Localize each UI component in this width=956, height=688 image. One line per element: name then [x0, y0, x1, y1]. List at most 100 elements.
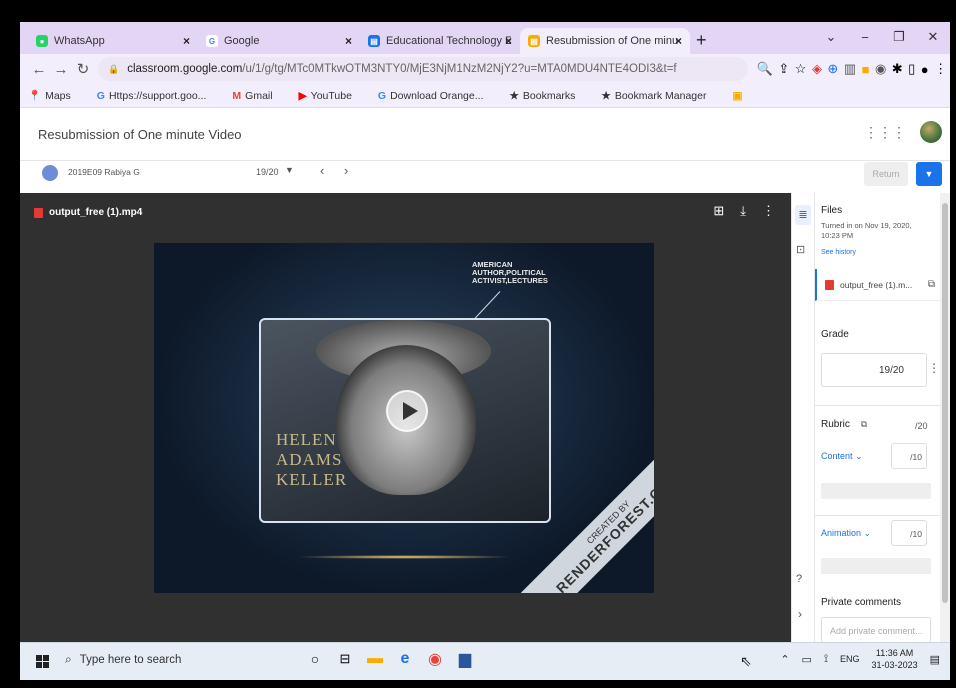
clock[interactable]: 11:36 AM 31-03-2023: [872, 647, 918, 671]
restore-button[interactable]: ❐: [882, 29, 916, 45]
tab-resubmission[interactable]: ▤ Resubmission of One minute Vid ×: [520, 28, 690, 54]
attached-file-name: output_free (1).m...: [840, 279, 913, 290]
grade-input[interactable]: 19/20: [821, 353, 927, 387]
screen: ● WhatsApp × G Google × ▤ Educational Te…: [20, 22, 950, 680]
menu-icon[interactable]: ⋮: [934, 61, 947, 77]
close-tab-icon[interactable]: ×: [345, 34, 352, 48]
sidebar-icon[interactable]: ▯: [908, 61, 915, 77]
chrome-icon[interactable]: ◉: [420, 649, 450, 669]
search-icon: ⌕: [65, 652, 72, 666]
bookmark-maps[interactable]: 📍 Maps: [28, 89, 84, 103]
criterion-animation[interactable]: Animation ⌄: [821, 528, 871, 539]
reload-button[interactable]: ↻: [72, 60, 94, 78]
student-selector-row: 2019E09 Rabiya G 19/20 ▼ ‹ › Return ▼: [20, 162, 950, 192]
criterion-level-bar: [821, 558, 931, 574]
apps-grid-icon[interactable]: ⋮⋮⋮: [864, 124, 906, 141]
close-window-button[interactable]: ✕: [916, 29, 950, 45]
tab-label: Google: [224, 35, 260, 47]
private-comment-input[interactable]: Add private comment...: [821, 617, 931, 642]
video-person-name: HELEN ADAMS KELLER: [276, 430, 347, 490]
criterion-score-input[interactable]: /10: [891, 520, 927, 546]
student-nav: ‹ ›: [320, 163, 364, 178]
new-tab-button[interactable]: +: [696, 28, 707, 54]
chevron-right-icon[interactable]: ›: [798, 607, 802, 621]
extension-icon[interactable]: ▥: [844, 61, 856, 77]
extension-icon[interactable]: ⊕: [827, 61, 838, 77]
bookmark-gmail[interactable]: M Gmail: [232, 90, 285, 102]
extension-icon[interactable]: ◉: [875, 61, 886, 77]
more-vert-icon[interactable]: ⋮: [928, 361, 940, 375]
taskbar-search[interactable]: ⌕ Type here to search: [65, 652, 181, 667]
play-icon[interactable]: [386, 390, 428, 432]
criterion-label: Animation: [821, 528, 862, 538]
puzzle-icon[interactable]: ✱: [892, 61, 903, 77]
extension-icon[interactable]: ◈: [812, 61, 822, 77]
chevron-down-icon[interactable]: ▼: [285, 165, 294, 175]
share-icon[interactable]: ⇪: [778, 61, 789, 77]
forward-button[interactable]: →: [50, 61, 72, 78]
extension-icon[interactable]: ■: [862, 62, 870, 77]
bookmark-bookmarks[interactable]: ★ Bookmarks: [509, 90, 588, 102]
more-vert-icon[interactable]: ⋮: [762, 203, 775, 219]
task-view-icon[interactable]: ⊟: [330, 651, 360, 667]
grade-heading: Grade: [821, 329, 849, 340]
word-icon[interactable]: ▆: [450, 649, 480, 669]
language-indicator[interactable]: ENG: [840, 654, 860, 664]
student-score: 19/20: [256, 167, 279, 177]
return-dropdown-button[interactable]: ▼: [916, 162, 942, 186]
attached-file[interactable]: output_free (1).m... ⧉: [815, 269, 940, 301]
tab-educational-technology[interactable]: ▤ Educational Technology ETE - 20 ×: [360, 28, 520, 54]
download-icon[interactable]: ⤓: [740, 203, 746, 219]
next-student-button[interactable]: ›: [344, 163, 348, 178]
help-icon[interactable]: ?: [796, 573, 802, 585]
tab-search-icon[interactable]: ⌄: [814, 29, 848, 45]
avatar[interactable]: [920, 121, 942, 143]
files-tab-icon[interactable]: ≣: [795, 205, 811, 225]
bookmark-support[interactable]: G Https://support.goo...: [97, 90, 220, 102]
open-in-new-icon[interactable]: ⧉: [928, 279, 935, 290]
open-in-new-icon[interactable]: ⧉: [861, 419, 867, 429]
criterion-score-input[interactable]: /10: [891, 443, 927, 469]
return-button[interactable]: Return: [864, 162, 908, 186]
network-icon[interactable]: ⟟: [824, 653, 828, 666]
notifications-icon[interactable]: ▤: [930, 653, 940, 666]
tab-whatsapp[interactable]: ● WhatsApp ×: [28, 28, 198, 54]
video-player[interactable]: AMERICAN AUTHOR,POLITICAL ACTIVIST,LECTU…: [154, 243, 654, 593]
profile-icon[interactable]: ●: [921, 62, 929, 77]
tab-google[interactable]: G Google ×: [198, 28, 360, 54]
close-tab-icon[interactable]: ×: [505, 34, 512, 48]
scrollbar-thumb[interactable]: [942, 203, 948, 603]
page-scrollbar[interactable]: [940, 193, 950, 642]
rubric-heading[interactable]: Rubric ⧉: [821, 419, 867, 430]
comments-tab-icon[interactable]: ⊡: [796, 243, 805, 256]
zoom-icon[interactable]: 🔍: [757, 61, 773, 77]
cortana-icon[interactable]: ○: [300, 651, 330, 667]
header-icons: ⋮⋮⋮: [864, 121, 942, 143]
tab-label: WhatsApp: [54, 35, 105, 47]
video-name-line: ADAMS: [276, 450, 343, 469]
video-file-icon: [825, 279, 834, 290]
see-history-link[interactable]: See history: [821, 249, 856, 256]
tab-bar: ● WhatsApp × G Google × ▤ Educational Te…: [20, 22, 950, 54]
edge-icon[interactable]: e: [390, 650, 420, 668]
bookmark-youtube[interactable]: ▶ YouTube: [299, 90, 365, 102]
open-in-new-icon[interactable]: ⊞: [713, 203, 724, 219]
windows-start-icon[interactable]: [36, 655, 49, 668]
chevron-up-icon[interactable]: ⌃: [780, 653, 789, 666]
minimize-button[interactable]: −: [848, 30, 882, 45]
display-icon[interactable]: ▭: [802, 653, 812, 666]
file-explorer-icon[interactable]: ▬: [360, 650, 390, 668]
toolbar-icons: 🔍 ⇪ ☆ ◈ ⊕ ▥ ■ ◉ ✱ ▯ ● ⋮: [754, 57, 950, 81]
bookmark-download[interactable]: G Download Orange...: [378, 90, 497, 102]
criterion-content[interactable]: Content ⌄: [821, 451, 863, 462]
close-tab-icon[interactable]: ×: [183, 34, 190, 48]
whatsapp-icon: ●: [36, 35, 48, 47]
previous-student-button[interactable]: ‹: [320, 163, 324, 178]
student-name[interactable]: 2019E09 Rabiya G: [68, 167, 140, 177]
back-button[interactable]: ←: [28, 61, 50, 78]
close-tab-icon[interactable]: ×: [675, 34, 682, 48]
url-field[interactable]: 🔒 classroom.google.com /u/1/g/tg/MTc0MTk…: [98, 57, 748, 81]
bookmark-extra[interactable]: ▣: [732, 90, 746, 102]
star-icon[interactable]: ☆: [795, 61, 807, 77]
bookmark-manager[interactable]: ★ Bookmark Manager: [601, 90, 719, 102]
